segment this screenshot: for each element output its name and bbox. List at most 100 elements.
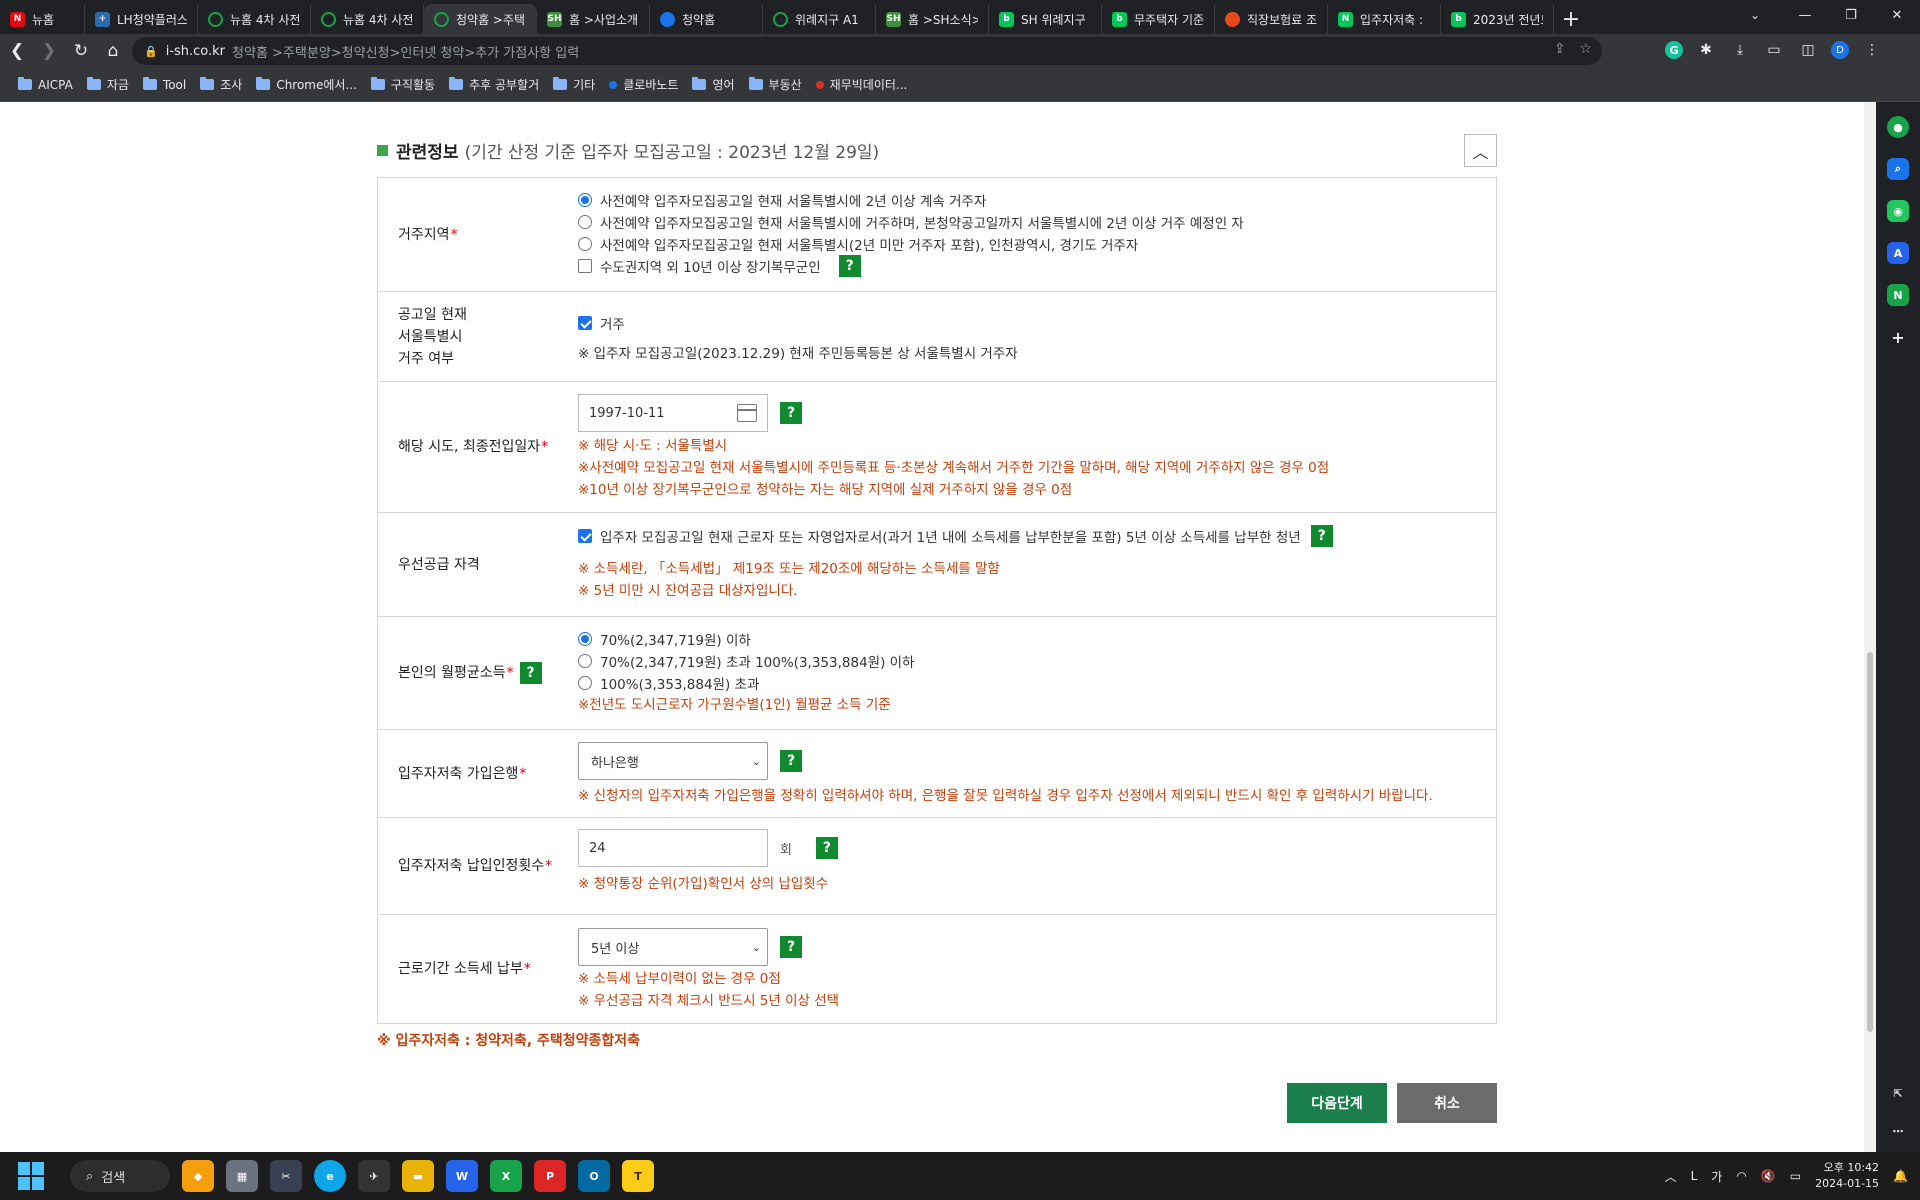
new-tab-button[interactable]: +: [1554, 4, 1588, 34]
external-link-icon[interactable]: ⇱: [1887, 1082, 1909, 1104]
bookmark-9[interactable]: 영어: [692, 76, 735, 93]
volume-muted-icon[interactable]: 🔇: [1761, 1169, 1776, 1183]
bookmark-1[interactable]: 자금: [86, 76, 129, 93]
app-icon[interactable]: ◆: [182, 1160, 214, 1192]
calculator-icon[interactable]: ▦: [226, 1160, 258, 1192]
reload-icon[interactable]: ↻: [66, 36, 96, 66]
browser-tab-4-active[interactable]: 청약홈 >주택: [424, 4, 537, 34]
page-scrollbar[interactable]: [1864, 102, 1876, 1152]
forward-icon[interactable]: ❯: [34, 36, 64, 66]
chevron-up-icon[interactable]: ︿: [1665, 1168, 1677, 1185]
help-icon[interactable]: ?: [780, 750, 802, 772]
home-icon[interactable]: ⌂: [98, 36, 128, 66]
help-icon[interactable]: ?: [780, 402, 802, 424]
taskbar-search[interactable]: ⌕ 검색: [70, 1160, 170, 1192]
browser-tab-8[interactable]: SH 홈 >SH소식>: [876, 4, 989, 34]
bookmark-2[interactable]: Tool: [142, 77, 186, 92]
windows-start-icon[interactable]: [18, 1162, 46, 1190]
kakaotalk-icon[interactable]: T: [622, 1160, 654, 1192]
cancel-button[interactable]: 취소: [1397, 1083, 1497, 1123]
payments-count-input[interactable]: 24: [578, 829, 768, 867]
scrollbar-thumb[interactable]: [1867, 652, 1873, 1032]
powerpoint-icon[interactable]: P: [534, 1160, 566, 1192]
grammarly-icon[interactable]: G: [1665, 41, 1683, 59]
military-checkbox[interactable]: [578, 259, 592, 273]
sidebar-naver-icon[interactable]: N: [1887, 284, 1909, 306]
browser-tab-0[interactable]: N 뉴홈: [0, 4, 85, 34]
active-app-icon[interactable]: ✈: [358, 1160, 390, 1192]
close-icon[interactable]: ✕: [1874, 0, 1920, 30]
file-explorer-icon[interactable]: ▬: [402, 1160, 434, 1192]
help-icon[interactable]: ?: [519, 662, 542, 684]
extensions-icon[interactable]: ✱: [1695, 39, 1717, 61]
next-step-button[interactable]: 다음단계: [1287, 1083, 1387, 1123]
priority-checkbox[interactable]: [578, 529, 592, 543]
browser-tab-9[interactable]: b SH 위례지구: [989, 4, 1102, 34]
radio[interactable]: [578, 654, 592, 668]
income-option-2[interactable]: 70%(2,347,719원) 초과 100%(3,353,884원) 이하: [578, 650, 1496, 672]
radio[interactable]: [578, 237, 592, 251]
bookmark-8[interactable]: 클로바노트: [609, 76, 678, 93]
help-icon[interactable]: ?: [780, 936, 802, 958]
downloads-icon[interactable]: ⤓: [1729, 39, 1751, 61]
browser-tab-2[interactable]: 뉴홈 4차 사전: [198, 4, 311, 34]
more-icon[interactable]: ⋯: [1887, 1120, 1909, 1142]
sidebar-translate-icon[interactable]: A: [1887, 242, 1909, 264]
tab-search-icon[interactable]: ⌄: [1740, 2, 1770, 28]
calendar-icon[interactable]: [737, 404, 757, 422]
bookmark-5[interactable]: 구직활동: [370, 76, 435, 93]
income-option-1[interactable]: 70%(2,347,719원) 이하: [578, 628, 1496, 650]
bank-select[interactable]: 하나은행 ⌄: [578, 742, 768, 780]
browser-tab-12[interactable]: N 입주자저축 :: [1328, 4, 1441, 34]
notification-bell-icon[interactable]: 🔔: [1893, 1169, 1908, 1183]
sidebar-app-icon[interactable]: ●: [1887, 116, 1909, 138]
browser-tab-1[interactable]: + LH청약플러스: [85, 4, 198, 34]
bookmark-star-icon[interactable]: ☆: [1579, 41, 1592, 57]
minimize-icon[interactable]: —: [1782, 0, 1828, 30]
military-checkbox-row[interactable]: 수도권지역 외 10년 이상 장기복무군인?: [578, 255, 1496, 277]
browser-tab-5[interactable]: SH 홈 >사업소개: [537, 4, 650, 34]
restore-icon[interactable]: ❐: [1828, 0, 1874, 30]
back-icon[interactable]: ❮: [2, 36, 32, 66]
move-in-date-input[interactable]: 1997-10-11: [578, 394, 768, 432]
radio[interactable]: [578, 215, 592, 229]
bookmark-0[interactable]: AICPA: [18, 77, 73, 92]
bookmark-4[interactable]: Chrome에서...: [256, 76, 357, 93]
side-panel-icon[interactable]: ◫: [1797, 39, 1819, 61]
bookmark-11[interactable]: 재무빅데이터...: [815, 76, 907, 93]
tax-period-select[interactable]: 5년 이상 ⌄: [578, 928, 768, 966]
taskbar-clock[interactable]: 오후 10:42 2024-01-15: [1815, 1160, 1879, 1192]
seoul-resident-checkbox[interactable]: [578, 316, 592, 330]
seoul-resident-checkbox-row[interactable]: 거주: [578, 312, 1496, 334]
priority-checkbox-row[interactable]: 입주자 모집공고일 현재 근로자 또는 자영업자로서(과거 1년 내에 소득세를…: [578, 525, 1496, 547]
sidebar-map-icon[interactable]: ◉: [1887, 200, 1909, 222]
sidebar-add-icon[interactable]: +: [1887, 326, 1909, 348]
help-icon[interactable]: ?: [1310, 525, 1333, 547]
income-option-3[interactable]: 100%(3,353,884원) 초과: [578, 672, 1496, 694]
browser-tab-7[interactable]: 위례지구 A1: [763, 4, 876, 34]
help-icon[interactable]: ?: [838, 255, 861, 277]
bookmark-3[interactable]: 조사: [200, 76, 242, 93]
language-icon[interactable]: L: [1691, 1169, 1698, 1183]
bookmark-6[interactable]: 추후 공부할거: [449, 76, 539, 93]
radio[interactable]: [578, 676, 592, 690]
word-icon[interactable]: W: [446, 1160, 478, 1192]
browser-tab-6[interactable]: 청약홈: [650, 4, 763, 34]
bookmark-7[interactable]: 기타: [553, 76, 595, 93]
edge-icon[interactable]: e: [314, 1160, 346, 1192]
sidebar-search-icon[interactable]: ⌕: [1887, 158, 1909, 180]
menu-icon[interactable]: ⋮: [1861, 39, 1883, 61]
wifi-icon[interactable]: ◠: [1736, 1169, 1746, 1183]
radio-selected[interactable]: [578, 193, 592, 207]
battery-icon[interactable]: ▭: [1790, 1169, 1801, 1183]
browser-tab-11[interactable]: 직장보험료 조: [1215, 4, 1328, 34]
residence-option-1[interactable]: 사전예약 입주자모집공고일 현재 서울특별시에 2년 이상 계속 거주자: [578, 189, 1496, 211]
ime-indicator[interactable]: 가: [1711, 1168, 1722, 1185]
screenshot-icon[interactable]: ▭: [1763, 39, 1785, 61]
radio-selected[interactable]: [578, 632, 592, 646]
share-icon[interactable]: ⇪: [1554, 41, 1566, 57]
bookmark-10[interactable]: 부동산: [748, 76, 802, 93]
outlook-icon[interactable]: O: [578, 1160, 610, 1192]
address-bar[interactable]: 🔒 i-sh.co.kr 청약홈 >주택분양>청약신청>인터넷 청약>추가 가점…: [132, 37, 1602, 65]
help-icon[interactable]: ?: [815, 837, 838, 859]
